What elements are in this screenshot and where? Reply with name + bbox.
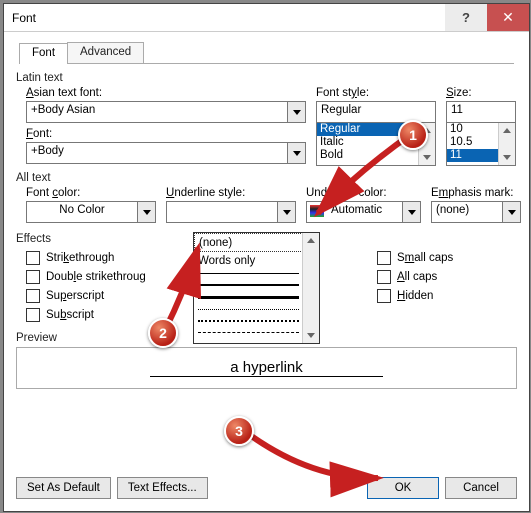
titlebar: Font ? ✕: [4, 4, 529, 32]
size-list[interactable]: 10 10.5 11: [446, 122, 516, 166]
help-button[interactable]: ?: [445, 4, 487, 31]
subscript-checkbox[interactable]: Subscript: [26, 305, 186, 324]
dropdown-item-words[interactable]: Words only: [194, 252, 303, 269]
superscript-checkbox[interactable]: Superscript: [26, 286, 186, 305]
underline-color-label: Underline color:: [306, 187, 421, 199]
dropdown-item-line[interactable]: [198, 309, 299, 310]
preview-text: a hyperlink: [150, 359, 383, 377]
chevron-down-icon[interactable]: [287, 143, 305, 163]
list-item[interactable]: 10.5: [447, 136, 499, 149]
font-style-input[interactable]: Regular: [316, 101, 436, 122]
font-style-label: Font style:: [316, 87, 436, 99]
list-item[interactable]: 10: [447, 123, 499, 136]
font-color-label: Font color:: [26, 187, 156, 199]
preview-box: a hyperlink: [16, 347, 517, 389]
font-dialog: Font ? ✕ Font Advanced Latin text Asian …: [3, 3, 530, 512]
scrollbar[interactable]: [418, 123, 435, 165]
tab-advanced[interactable]: Advanced: [67, 42, 144, 63]
dropdown-item-line[interactable]: [198, 273, 299, 274]
scrollbar[interactable]: [498, 123, 515, 165]
button-bar: Set As Default Text Effects... OK Cancel: [16, 477, 517, 499]
dropdown-item-line[interactable]: [198, 332, 299, 333]
chevron-down-icon[interactable]: [137, 202, 155, 222]
font-label: Font:: [26, 128, 306, 140]
chevron-down-icon[interactable]: [277, 202, 295, 222]
dropdown-item-line[interactable]: [198, 296, 299, 299]
underline-style-combo[interactable]: [166, 201, 296, 223]
emphasis-combo[interactable]: (none): [431, 201, 521, 223]
scrollbar[interactable]: [302, 233, 319, 343]
size-input[interactable]: 11: [446, 101, 516, 122]
asian-font-combo[interactable]: +Body Asian: [26, 101, 306, 123]
list-item[interactable]: Italic: [317, 136, 419, 149]
ok-button[interactable]: OK: [367, 477, 439, 499]
all-text-heading: All text: [16, 172, 517, 184]
underline-style-label: Underline style:: [166, 187, 296, 199]
dropdown-item-line[interactable]: [198, 284, 299, 286]
chevron-down-icon[interactable]: [502, 202, 520, 222]
font-combo[interactable]: +Body: [26, 142, 306, 164]
chevron-down-icon[interactable]: [287, 102, 305, 122]
text-effects-button[interactable]: Text Effects...: [117, 477, 208, 499]
underline-style-dropdown[interactable]: (none) Words only: [193, 232, 320, 344]
underline-color-combo[interactable]: Automatic: [306, 201, 421, 223]
tab-font[interactable]: Font: [19, 43, 68, 64]
asian-font-value: +Body Asian: [27, 102, 287, 122]
asian-font-label: Asian text font:: [26, 87, 306, 99]
font-style-list[interactable]: Regular Italic Bold: [316, 122, 436, 166]
double-strikethrough-checkbox[interactable]: Double strikethroug: [26, 267, 186, 286]
font-color-combo[interactable]: No Color: [26, 201, 156, 223]
font-value: +Body: [27, 143, 287, 163]
set-as-default-button[interactable]: Set As Default: [16, 477, 111, 499]
list-item[interactable]: Bold: [317, 149, 419, 162]
list-item[interactable]: Regular: [317, 123, 419, 136]
latin-text-heading: Latin text: [16, 72, 517, 84]
list-item[interactable]: 11: [447, 149, 499, 162]
close-button[interactable]: ✕: [487, 4, 529, 31]
chevron-down-icon[interactable]: [402, 202, 420, 222]
dropdown-item-line[interactable]: [198, 320, 299, 322]
all-caps-checkbox[interactable]: All caps: [377, 267, 517, 286]
dropdown-item-none[interactable]: (none): [194, 233, 303, 252]
strikethrough-checkbox[interactable]: Strikethrough: [26, 248, 186, 267]
hidden-checkbox[interactable]: Hidden: [377, 286, 517, 305]
tab-strip: Font Advanced: [19, 42, 514, 64]
small-caps-checkbox[interactable]: Small caps: [377, 248, 517, 267]
window-title: Font: [4, 11, 36, 25]
emphasis-label: Emphasis mark:: [431, 187, 521, 199]
size-label: Size:: [446, 87, 516, 99]
cancel-button[interactable]: Cancel: [445, 477, 517, 499]
